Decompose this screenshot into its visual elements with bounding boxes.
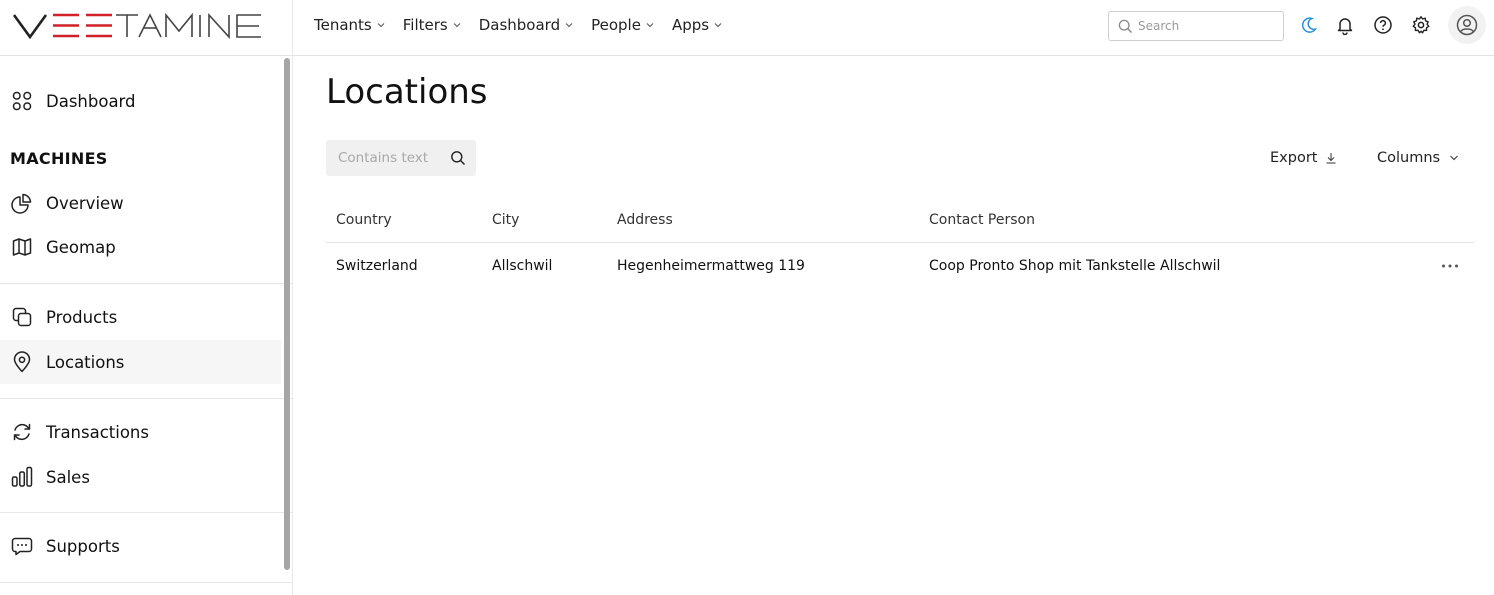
sidebar-scrollbar-thumb[interactable] (284, 58, 290, 570)
sidebar-item-supports[interactable]: Supports (0, 524, 281, 568)
sidebar-item-label: Products (46, 307, 118, 327)
sidebar-divider (0, 582, 293, 583)
sidebar-item-locations[interactable]: Locations (0, 340, 281, 384)
sidebar-item-label: Overview (46, 193, 124, 213)
columns-button[interactable]: Columns (1377, 148, 1460, 168)
sidebar: Dashboard MACHINES Overview Geomap Produ… (0, 56, 293, 595)
nav-people[interactable]: People (591, 16, 654, 34)
more-options-icon[interactable] (1440, 256, 1460, 276)
sidebar-item-transactions[interactable]: Transactions (0, 410, 281, 454)
grid-icon (12, 91, 32, 111)
search-input[interactable] (1138, 16, 1278, 36)
nav-dashboard[interactable]: Dashboard (479, 16, 573, 34)
sidebar-divider (0, 512, 293, 513)
sidebar-item-dashboard[interactable]: Dashboard (0, 79, 281, 123)
export-label: Export (1270, 150, 1318, 166)
map-icon (12, 238, 32, 256)
nav-people-label: People (591, 16, 641, 34)
help-icon[interactable] (1373, 15, 1393, 35)
nav-filters[interactable]: Filters (403, 16, 461, 34)
page-title: Locations (326, 72, 488, 112)
sidebar-item-products[interactable]: Products (0, 295, 281, 339)
sidebar-item-overview[interactable]: Overview (0, 181, 281, 225)
sidebar-item-label: Sales (46, 467, 90, 487)
sidebar-item-sales[interactable]: Sales (0, 455, 281, 499)
table-row[interactable]: Switzerland Allschwil Hegenheimermattweg… (326, 244, 1474, 289)
user-avatar-icon (1456, 14, 1478, 36)
bell-icon[interactable] (1335, 15, 1355, 35)
sidebar-item-label: Locations (46, 352, 125, 372)
column-header-country[interactable]: Country (336, 212, 392, 228)
settings-icon[interactable] (1411, 15, 1431, 35)
section-title-machines: MACHINES (10, 149, 108, 168)
cell-address: Hegenheimermattweg 119 (617, 258, 805, 274)
download-icon (1326, 153, 1336, 164)
nav-dashboard-label: Dashboard (478, 16, 561, 34)
sidebar-item-label: Geomap (46, 237, 116, 257)
cell-city: Allschwil (492, 258, 553, 274)
copy-icon (12, 307, 32, 327)
cell-country: Switzerland (336, 258, 418, 274)
chevron-down-icon (453, 23, 461, 28)
chevron-down-icon (714, 23, 722, 28)
global-search[interactable] (1108, 11, 1284, 41)
bar-chart-icon (11, 466, 33, 487)
sidebar-item-label: Transactions (46, 422, 149, 442)
chevron-down-icon (377, 23, 385, 28)
logo[interactable] (0, 0, 293, 56)
nav-apps[interactable]: Apps (672, 16, 722, 34)
columns-label: Columns (1377, 150, 1441, 166)
chat-icon (11, 537, 33, 556)
search-icon[interactable] (450, 150, 466, 166)
column-header-address[interactable]: Address (617, 212, 673, 228)
table-header: Country City Address Contact Person (326, 198, 1474, 243)
top-bar: Tenants Filters Dashboard People Apps (0, 0, 1494, 56)
nav-tenants-label: Tenants (314, 16, 372, 34)
export-button[interactable]: Export (1270, 148, 1337, 168)
chevron-down-icon (646, 23, 654, 28)
refresh-icon (13, 423, 31, 441)
search-icon (1118, 19, 1132, 33)
nav-apps-label: Apps (671, 16, 710, 34)
sidebar-item-geomap[interactable]: Geomap (0, 225, 281, 269)
top-navigation: Tenants Filters Dashboard People Apps (314, 0, 740, 50)
cell-contact-person: Coop Pronto Shop mit Tankstelle Allschwi… (929, 258, 1221, 274)
chevron-down-icon (565, 23, 573, 28)
location-pin-icon (13, 351, 31, 373)
user-avatar[interactable] (1448, 6, 1486, 44)
sidebar-divider (0, 398, 293, 399)
column-header-city[interactable]: City (492, 212, 519, 228)
sidebar-item-label: Dashboard (46, 91, 136, 111)
chevron-down-icon (1450, 155, 1459, 161)
pie-chart-icon (11, 193, 32, 214)
moon-icon[interactable] (1299, 15, 1319, 35)
veetamine-logo (13, 13, 261, 39)
sidebar-item-label: Supports (46, 536, 120, 556)
sidebar-divider (0, 283, 293, 284)
nav-tenants[interactable]: Tenants (314, 16, 385, 34)
filter-input[interactable] (338, 148, 448, 168)
nav-filters-label: Filters (402, 16, 448, 34)
table-filter[interactable] (326, 140, 476, 176)
column-header-contact-person[interactable]: Contact Person (929, 212, 1035, 228)
